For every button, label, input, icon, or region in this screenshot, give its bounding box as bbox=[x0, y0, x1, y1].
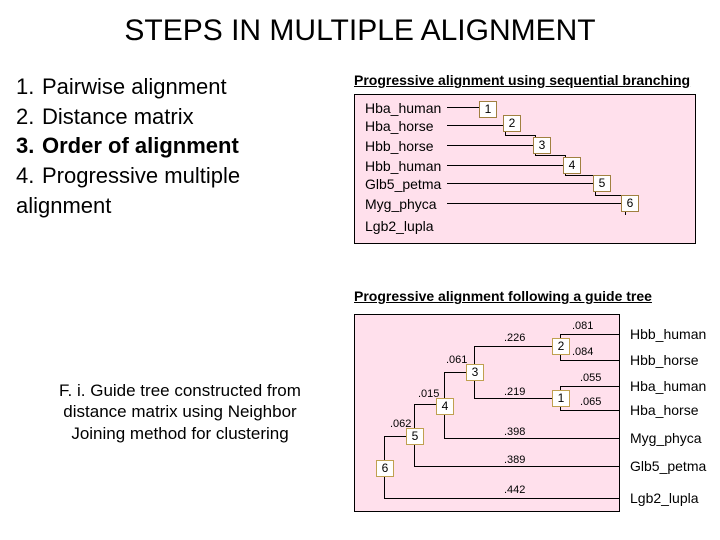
step-1-text: Pairwise alignment bbox=[42, 74, 227, 99]
leaf-hbb-human: Hbb_human bbox=[630, 326, 706, 342]
dist-062: .062 bbox=[390, 418, 411, 430]
seq-hba-horse: Hba_horse bbox=[365, 117, 434, 135]
dist-015: .015 bbox=[418, 388, 439, 400]
steps-list: 1.Pairwise alignment 2.Distance matrix 3… bbox=[16, 72, 240, 220]
node-6: 6 bbox=[621, 195, 639, 212]
panel-sequential: Progressive alignment using sequential b… bbox=[354, 72, 704, 244]
dist-061: .061 bbox=[446, 354, 467, 366]
step-2-num: 2. bbox=[16, 102, 42, 132]
step-4-text-cont: alignment bbox=[16, 193, 111, 218]
dist-081: .081 bbox=[572, 320, 593, 332]
dist-398: .398 bbox=[504, 426, 525, 438]
leaf-lgb2-lupla: Lgb2_lupla bbox=[630, 490, 699, 506]
node-2: 2 bbox=[503, 115, 521, 132]
node-4: 4 bbox=[563, 157, 581, 174]
tree-node-5: 5 bbox=[406, 428, 424, 445]
seq-lgb2-lupla: Lgb2_lupla bbox=[365, 217, 434, 235]
step-4-num: 4. bbox=[16, 161, 42, 191]
step-3-text: Order of alignment bbox=[42, 133, 239, 158]
panel1-title: Progressive alignment using sequential b… bbox=[354, 72, 704, 88]
dist-065: .065 bbox=[580, 396, 601, 408]
leaf-hba-human: Hba_human bbox=[630, 378, 706, 394]
dist-389: .389 bbox=[504, 454, 525, 466]
tree-node-1: 1 bbox=[552, 390, 570, 407]
guide-tree-diagram: Hbb_human Hbb_horse Hba_human Hba_horse … bbox=[354, 310, 704, 520]
seq-hbb-horse: Hbb_horse bbox=[365, 137, 434, 155]
seq-hbb-human: Hbb_human bbox=[365, 157, 441, 175]
leaf-hba-horse: Hba_horse bbox=[630, 402, 699, 418]
slide-title: STEPS IN MULTIPLE ALIGNMENT bbox=[0, 0, 720, 48]
dist-442: .442 bbox=[504, 484, 525, 496]
step-2-text: Distance matrix bbox=[42, 104, 194, 129]
dist-226: .226 bbox=[504, 332, 525, 344]
seq-myg-phyca: Myg_phyca bbox=[365, 195, 437, 213]
seq-glb5-petma: Glb5_petma bbox=[365, 175, 441, 193]
step-4-text: Progressive multiple bbox=[42, 163, 240, 188]
tree-node-2: 2 bbox=[552, 338, 570, 355]
panel-guide-tree: Progressive alignment following a guide … bbox=[354, 288, 704, 520]
dist-055: .055 bbox=[580, 372, 601, 384]
dist-219: .219 bbox=[504, 386, 525, 398]
leaf-myg-phyca: Myg_phyca bbox=[630, 430, 702, 446]
tree-node-4: 4 bbox=[436, 398, 454, 415]
panel2-title: Progressive alignment following a guide … bbox=[354, 288, 704, 304]
tree-node-6: 6 bbox=[376, 460, 394, 477]
leaf-hbb-horse: Hbb_horse bbox=[630, 352, 699, 368]
node-5: 5 bbox=[593, 175, 611, 192]
leaf-glb5-petma: Glb5_petma bbox=[630, 458, 706, 474]
tree-node-3: 3 bbox=[466, 364, 484, 381]
sequential-diagram: Hba_human Hba_horse Hbb_horse Hbb_human … bbox=[354, 94, 696, 244]
node-3: 3 bbox=[533, 137, 551, 154]
dist-084: .084 bbox=[572, 346, 593, 358]
step-3-num: 3. bbox=[16, 131, 42, 161]
node-1: 1 bbox=[479, 101, 497, 118]
step-1-num: 1. bbox=[16, 72, 42, 102]
seq-hba-human: Hba_human bbox=[365, 99, 441, 117]
guide-tree-note: F. i. Guide tree constructed from distan… bbox=[50, 380, 310, 444]
